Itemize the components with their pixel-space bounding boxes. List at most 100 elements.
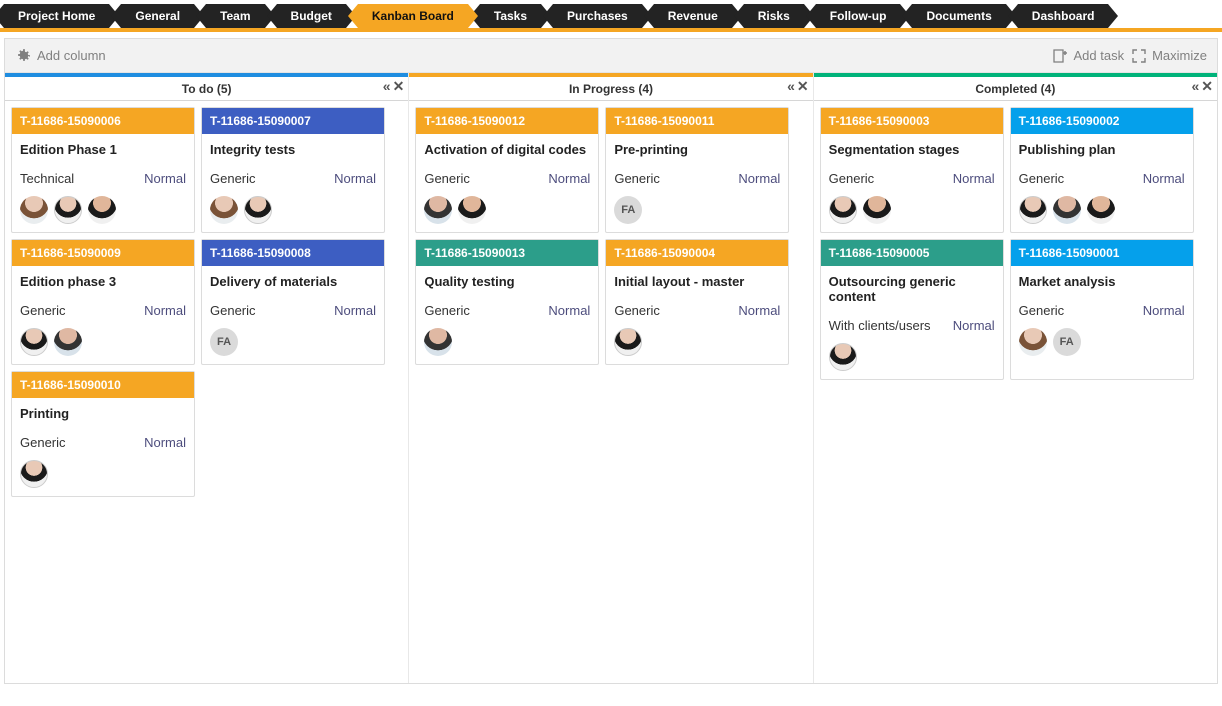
close-column-icon[interactable]: ✕ <box>393 79 405 93</box>
avatar[interactable] <box>244 196 272 224</box>
avatar[interactable] <box>458 196 486 224</box>
card-meta: GenericNormal <box>20 435 186 450</box>
avatar[interactable] <box>54 196 82 224</box>
kanban-card[interactable]: T-11686-15090011 Pre-printing GenericNorma… <box>605 107 789 233</box>
close-column-icon[interactable]: ✕ <box>1201 79 1213 93</box>
kanban-card[interactable]: T-11686-15090013 Quality testing GenericNo… <box>415 239 599 365</box>
avatar[interactable] <box>829 343 857 371</box>
avatar-row <box>829 343 995 371</box>
kanban-card[interactable]: T-11686-15090007Integrity testsGenericNo… <box>201 107 385 233</box>
column-title: Completed (4) <box>975 82 1055 96</box>
kanban-card[interactable]: T-11686-15090002Publishing planGenericNo… <box>1010 107 1194 233</box>
collapse-column-icon[interactable]: « <box>383 79 391 93</box>
card-body: Activation of digital codesGenericNormal <box>416 134 598 232</box>
kanban-card[interactable]: T-11686-15090010PrintingGenericNormal <box>11 371 195 497</box>
card-id: T-11686-15090009 <box>12 240 194 266</box>
card-title: Pre-printing <box>614 142 780 157</box>
avatar-row <box>20 460 186 488</box>
avatar[interactable] <box>1053 196 1081 224</box>
card-meta: GenericNormal <box>424 303 590 318</box>
tab-budget[interactable]: Budget <box>277 4 346 28</box>
kanban-card[interactable]: T-11686-15090001Market analysisGenericNo… <box>1010 239 1194 380</box>
tab-project-home[interactable]: Project Home <box>4 4 109 28</box>
kanban-card[interactable]: T-11686-15090006Edition Phase 1Technical… <box>11 107 195 233</box>
card-body: Pre-printing GenericNormal FA <box>606 134 788 232</box>
collapse-column-icon[interactable]: « <box>787 79 795 93</box>
card-body: Publishing planGenericNormal <box>1011 134 1193 232</box>
card-body: Integrity testsGenericNormal <box>202 134 384 232</box>
avatar-row <box>424 196 590 224</box>
avatar-row: FA <box>614 196 780 224</box>
column-body: T-11686-15090006Edition Phase 1Technical… <box>5 101 408 683</box>
avatar[interactable] <box>210 196 238 224</box>
avatar-initials[interactable]: FA <box>210 328 238 356</box>
avatar[interactable] <box>424 196 452 224</box>
avatar[interactable] <box>88 196 116 224</box>
card-category: Generic <box>829 171 875 186</box>
avatar[interactable] <box>614 328 642 356</box>
avatar-initials[interactable]: FA <box>1053 328 1081 356</box>
tab-risks[interactable]: Risks <box>744 4 804 28</box>
card-meta: GenericNormal <box>614 171 780 186</box>
card-meta: GenericNormal <box>1019 303 1185 318</box>
tab-revenue[interactable]: Revenue <box>654 4 732 28</box>
collapse-column-icon[interactable]: « <box>1191 79 1199 93</box>
kanban-card[interactable]: T-11686-15090012Activation of digital co… <box>415 107 599 233</box>
kanban-column: To do (5)«✕T-11686-15090006Edition Phase… <box>5 73 409 683</box>
card-category: Generic <box>20 435 66 450</box>
avatar[interactable] <box>54 328 82 356</box>
column-title: In Progress (4) <box>569 82 653 96</box>
card-id: T-11686-15090010 <box>12 372 194 398</box>
kanban-column: In Progress (4) «✕ T-11686-15090012Activat… <box>409 73 813 683</box>
card-title: Integrity tests <box>210 142 376 157</box>
maximize-button[interactable]: Maximize <box>1128 46 1211 65</box>
kanban-card[interactable]: T-11686-15090003Segmentation stagesGener… <box>820 107 1004 233</box>
card-priority: Normal <box>548 171 590 186</box>
tab-tasks[interactable]: Tasks <box>480 4 541 28</box>
kanban-card[interactable]: T-11686-15090005Outsourcing generic cont… <box>820 239 1004 380</box>
tab-team[interactable]: Team <box>206 4 264 28</box>
kanban-card[interactable]: T-11686-15090004Initial layout - masterG… <box>605 239 789 365</box>
avatar[interactable] <box>20 328 48 356</box>
add-column-button[interactable]: Add column <box>11 46 110 66</box>
avatar[interactable] <box>20 460 48 488</box>
tab-documents[interactable]: Documents <box>912 4 1005 28</box>
tab-purchases[interactable]: Purchases <box>553 4 642 28</box>
card-title: Quality testing <box>424 274 590 289</box>
avatar[interactable] <box>424 328 452 356</box>
tab-follow-up[interactable]: Follow-up <box>816 4 901 28</box>
card-id: T-11686-15090011 <box>606 108 788 134</box>
avatar[interactable] <box>829 196 857 224</box>
column-header: In Progress (4) «✕ <box>409 77 812 101</box>
tab-kanban-board[interactable]: Kanban Board <box>358 4 468 28</box>
card-category: Generic <box>614 303 660 318</box>
close-column-icon[interactable]: ✕ <box>797 79 809 93</box>
card-id: T-11686-15090003 <box>821 108 1003 134</box>
avatar[interactable] <box>1087 196 1115 224</box>
card-category: Generic <box>1019 303 1065 318</box>
add-task-button[interactable]: Add task <box>1048 46 1129 66</box>
card-priority: Normal <box>953 318 995 333</box>
avatar[interactable] <box>863 196 891 224</box>
avatar-initials[interactable]: FA <box>614 196 642 224</box>
avatar[interactable] <box>1019 196 1047 224</box>
avatar[interactable] <box>1019 328 1047 356</box>
kanban-card[interactable]: T-11686-15090009Edition phase 3GenericNo… <box>11 239 195 365</box>
card-id: T-11686-15090005 <box>821 240 1003 266</box>
add-column-label: Add column <box>37 48 106 63</box>
card-category: With clients/users <box>829 318 931 333</box>
card-category: Generic <box>424 171 470 186</box>
card-body: Segmentation stagesGenericNormal <box>821 134 1003 232</box>
avatar[interactable] <box>20 196 48 224</box>
avatar-row <box>20 328 186 356</box>
column-header: Completed (4) «✕ <box>814 77 1217 101</box>
tab-dashboard[interactable]: Dashboard <box>1018 4 1109 28</box>
tab-general[interactable]: General <box>121 4 194 28</box>
card-priority: Normal <box>144 303 186 318</box>
maximize-icon <box>1132 49 1146 63</box>
card-meta: TechnicalNormal <box>20 171 186 186</box>
kanban-card[interactable]: T-11686-15090008Delivery of materialsGen… <box>201 239 385 365</box>
card-title: Delivery of materials <box>210 274 376 289</box>
card-id: T-11686-15090013 <box>416 240 598 266</box>
card-priority: Normal <box>334 171 376 186</box>
